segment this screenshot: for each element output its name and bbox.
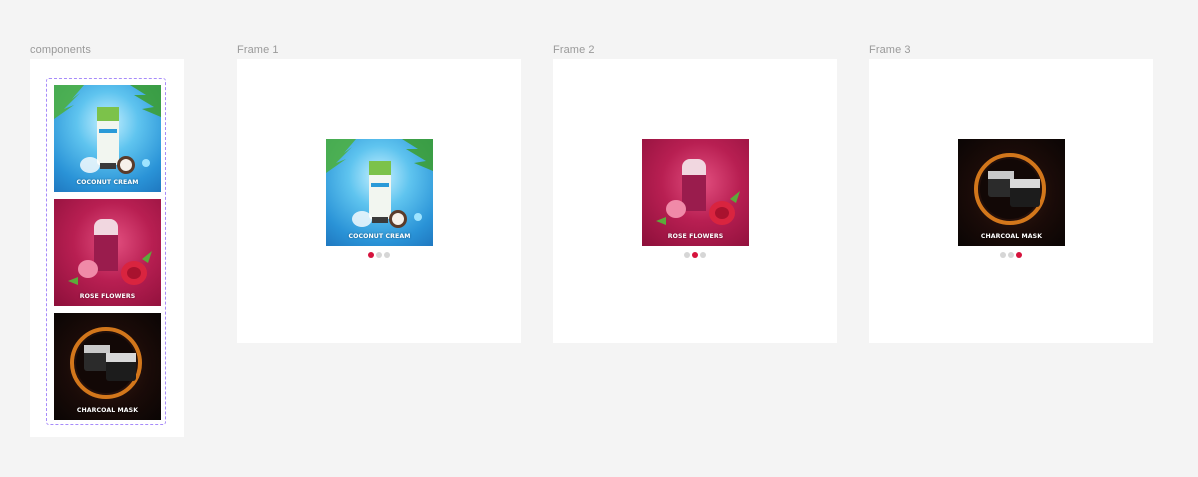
carousel-dot-3[interactable] (700, 252, 706, 258)
frame-1-label[interactable]: Frame 1 (237, 44, 279, 56)
frame-1[interactable]: COCONUT CREAM (237, 59, 521, 343)
slide-caption: COCONUT CREAM (348, 233, 411, 240)
components-frame-label[interactable]: components (30, 44, 91, 56)
carousel-dot-2[interactable] (692, 252, 698, 258)
charcoal-mask-component[interactable]: CHARCOAL MASK (54, 313, 161, 420)
charcoal-mask-caption: CHARCOAL MASK (76, 407, 139, 414)
slide-coconut-cream[interactable]: COCONUT CREAM (326, 139, 433, 246)
slide-caption: ROSE FLOWERS (667, 233, 724, 240)
carousel-dot-1[interactable] (684, 252, 690, 258)
carousel-dot-2[interactable] (1008, 252, 1014, 258)
coconut-cream-illustration (326, 139, 433, 228)
coconut-cream-caption: COCONUT CREAM (76, 179, 139, 186)
components-frame[interactable]: COCONUT CREAM ROSE FLOWERS CHARCOAL MASK (30, 59, 184, 437)
coconut-cream-illustration (54, 85, 161, 174)
carousel-dot-2[interactable] (376, 252, 382, 258)
frame-3[interactable]: CHARCOAL MASK (869, 59, 1153, 343)
frame-2[interactable]: ROSE FLOWERS (553, 59, 837, 343)
carousel-dot-3[interactable] (384, 252, 390, 258)
carousel-dot-1[interactable] (1000, 252, 1006, 258)
frame-3-label[interactable]: Frame 3 (869, 44, 911, 56)
slide-caption: CHARCOAL MASK (980, 233, 1043, 240)
carousel-dots (869, 252, 1153, 258)
carousel-dot-1[interactable] (368, 252, 374, 258)
slide-rose-flowers[interactable]: ROSE FLOWERS (642, 139, 749, 246)
carousel-dots (237, 252, 521, 258)
coconut-cream-component[interactable]: COCONUT CREAM (54, 85, 161, 192)
carousel-dot-3[interactable] (1016, 252, 1022, 258)
frame-2-label[interactable]: Frame 2 (553, 44, 595, 56)
slide-charcoal-mask[interactable]: CHARCOAL MASK (958, 139, 1065, 246)
charcoal-mask-illustration (974, 153, 1046, 225)
rose-flowers-illustration (656, 159, 740, 225)
rose-flowers-caption: ROSE FLOWERS (79, 293, 136, 300)
carousel-dots (553, 252, 837, 258)
rose-flowers-component[interactable]: ROSE FLOWERS (54, 199, 161, 306)
rose-flowers-illustration (68, 219, 152, 285)
charcoal-mask-illustration (70, 327, 142, 399)
component-set-selection[interactable]: COCONUT CREAM ROSE FLOWERS CHARCOAL MASK (46, 78, 166, 425)
